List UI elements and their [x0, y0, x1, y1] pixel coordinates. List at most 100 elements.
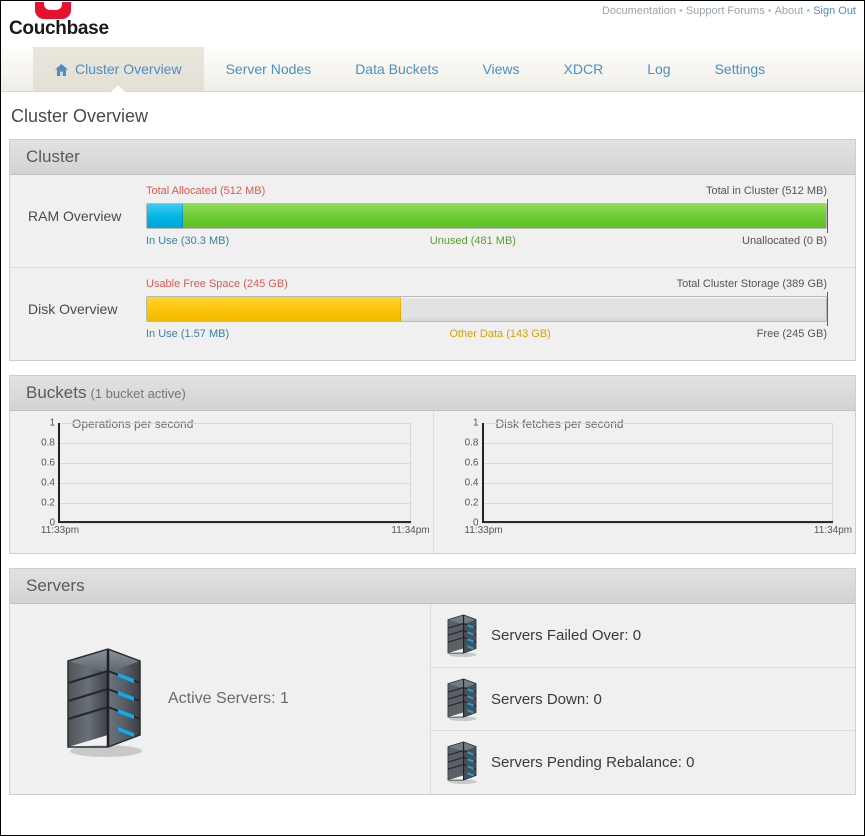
page-title: Cluster Overview	[11, 106, 149, 126]
plot-right-edge	[409, 423, 411, 523]
tab-data-buckets[interactable]: Data Buckets	[333, 47, 460, 91]
chart-operations-per-second[interactable]: Operations per second 1 0.8 0.6 0.4 0.2 …	[10, 411, 433, 553]
x-tick-label: 11:34pm	[391, 525, 430, 536]
gridline: 0.4	[465, 478, 833, 489]
tab-settings[interactable]: Settings	[693, 47, 788, 91]
y-tick-label: 0.2	[464, 497, 479, 509]
chart-plot-area: 1 0.8 0.6 0.4 0.2 0 11:33pm 11:34pm	[464, 418, 852, 537]
servers-summary: Active Servers: 1 Servers Failed Over: 0…	[10, 604, 855, 794]
disk-free-label: Free (245 GB)	[756, 328, 827, 340]
tab-server-nodes[interactable]: Server Nodes	[204, 47, 334, 91]
y-tick-label: 0.6	[464, 457, 479, 469]
y-tick-label: 0.4	[41, 477, 55, 489]
gridline: 1	[473, 418, 833, 429]
chart-plot-area: 1 0.8 0.6 0.4 0.2 0 11:33pm 11:34pm	[41, 418, 430, 537]
disk-total-marker	[827, 292, 828, 326]
server-status-row-failed-over: Servers Failed Over: 0	[431, 604, 855, 667]
disk-gauge: Usable Free Space (245 GB) Total Cluster…	[146, 278, 828, 352]
gridline: 0	[49, 518, 411, 529]
top-bar: Couchbase Documentation • Support Forums • A…	[1, 1, 864, 47]
y-tick-label: 0.6	[41, 457, 55, 469]
top-links: Documentation • Support Forums • About • Sign …	[602, 5, 856, 17]
tab-label: Server Nodes	[225, 61, 312, 77]
disk-usage-bar	[146, 296, 827, 322]
tab-cluster-overview[interactable]: Cluster Overview	[33, 47, 204, 92]
disk-in-use-label: In Use (1.57 MB)	[146, 328, 230, 340]
sign-out-link[interactable]: Sign Out	[813, 5, 856, 17]
tab-label: Log	[647, 61, 671, 77]
buckets-panel-body: Operations per second 1 0.8 0.6 0.4 0.2 …	[10, 411, 855, 553]
gridline: 0	[473, 518, 833, 529]
gridline: 1	[49, 418, 411, 429]
documentation-link[interactable]: Documentation	[602, 5, 676, 17]
couchbase-logo-mark-icon	[35, 1, 71, 19]
cluster-panel: Cluster RAM Overview Total Allocated (51…	[9, 139, 856, 361]
cluster-panel-body: RAM Overview Total Allocated (512 MB) To…	[10, 175, 855, 360]
active-servers-label: Active Servers: 1	[168, 690, 289, 707]
server-status-label: Servers Pending Rebalance: 0	[491, 754, 695, 772]
gridline: 0.6	[465, 458, 833, 469]
y-tick-label: 1	[49, 417, 55, 429]
tab-label: Views	[482, 61, 520, 77]
disk-overview-label: Disk Overview	[28, 301, 118, 317]
couchbase-logo[interactable]: Couchbase	[7, 1, 147, 47]
disk-overview-row: Disk Overview Usable Free Space (245 GB)…	[10, 267, 855, 360]
chart-disk-fetches-per-second[interactable]: Disk fetches per second 1 0.8 0.6 0.4 0.…	[432, 411, 856, 553]
tab-label: Cluster Overview	[75, 61, 182, 77]
server-status-row-pending-rebalance: Servers Pending Rebalance: 0	[431, 730, 855, 794]
ram-bar-wrap	[146, 199, 828, 233]
server-rack-icon	[445, 738, 479, 787]
disk-usable-free-space-label: Usable Free Space (245 GB)	[146, 278, 288, 290]
tab-label: Settings	[714, 61, 766, 77]
disk-other-data-label: Other Data (143 GB)	[449, 328, 551, 340]
server-status-row-down: Servers Down: 0	[431, 666, 855, 731]
ram-overview-row: RAM Overview Total Allocated (512 MB) To…	[10, 175, 855, 267]
about-link[interactable]: About	[775, 5, 804, 17]
tab-views[interactable]: Views	[460, 47, 541, 91]
y-tick-label: 0.8	[464, 437, 479, 449]
gridline: 0.2	[41, 498, 411, 509]
x-tick-label: 11:33pm	[464, 525, 503, 536]
main-navigation: Cluster Overview Server Nodes Data Bucke…	[1, 47, 864, 92]
cluster-panel-heading: Cluster	[10, 140, 855, 175]
home-icon	[55, 63, 68, 76]
page-content: Cluster Overview Cluster RAM Overview To…	[1, 92, 864, 795]
gridline: 0.8	[465, 438, 833, 449]
gridline: 0.8	[41, 438, 411, 449]
servers-panel-body: Active Servers: 1 Servers Failed Over: 0…	[10, 604, 855, 794]
y-tick-label: 1	[472, 417, 479, 429]
buckets-panel: Buckets (1 bucket active) Operations per …	[9, 375, 856, 554]
active-servers-block: Active Servers: 1	[10, 604, 430, 794]
disk-free-segment	[147, 297, 401, 321]
server-rack-icon	[62, 639, 146, 760]
gridline: 0.4	[41, 478, 411, 489]
disk-bar-wrap	[146, 292, 828, 326]
disk-gauge-top-labels: Usable Free Space (245 GB) Total Cluster…	[146, 278, 827, 296]
gridline: 0.6	[41, 458, 411, 469]
buckets-panel-heading: Buckets (1 bucket active)	[10, 376, 855, 411]
link-separator: •	[678, 5, 683, 17]
chart-x-axis	[60, 521, 411, 523]
ram-gauge: Total Allocated (512 MB) Total in Cluste…	[146, 185, 828, 259]
couchbase-admin-console: Couchbase Documentation • Support Forums • A…	[0, 0, 865, 836]
ram-gauge-top-labels: Total Allocated (512 MB) Total in Cluste…	[146, 185, 827, 203]
server-status-list: Servers Failed Over: 0 Servers Down: 0 S…	[430, 604, 855, 794]
disk-total-cluster-storage-label: Total Cluster Storage (389 GB)	[676, 278, 827, 290]
buckets-heading-text: Buckets	[26, 383, 87, 402]
disk-gauge-bottom-labels: In Use (1.57 MB) Other Data (143 GB) Fre…	[146, 328, 827, 346]
ram-in-use-label: In Use (30.3 MB)	[146, 235, 230, 247]
ram-unused-segment	[147, 204, 826, 228]
x-tick-label: 11:34pm	[813, 525, 853, 536]
support-forums-link[interactable]: Support Forums	[686, 5, 765, 17]
ram-total-in-cluster-label: Total in Cluster (512 MB)	[705, 185, 827, 197]
servers-panel: Servers Active Servers: 1 Servers Failed…	[9, 568, 856, 795]
ram-in-use-segment	[147, 204, 184, 228]
tab-xdcr[interactable]: XDCR	[542, 47, 626, 91]
y-tick-label: 0.4	[464, 477, 479, 489]
server-status-label: Servers Failed Over: 0	[491, 626, 642, 644]
gridline: 0.2	[465, 498, 833, 509]
ram-unused-label: Unused (481 MB)	[429, 235, 516, 247]
tab-log[interactable]: Log	[625, 47, 692, 91]
ram-total-marker	[827, 199, 828, 233]
ram-total-allocated-label: Total Allocated (512 MB)	[146, 185, 266, 197]
